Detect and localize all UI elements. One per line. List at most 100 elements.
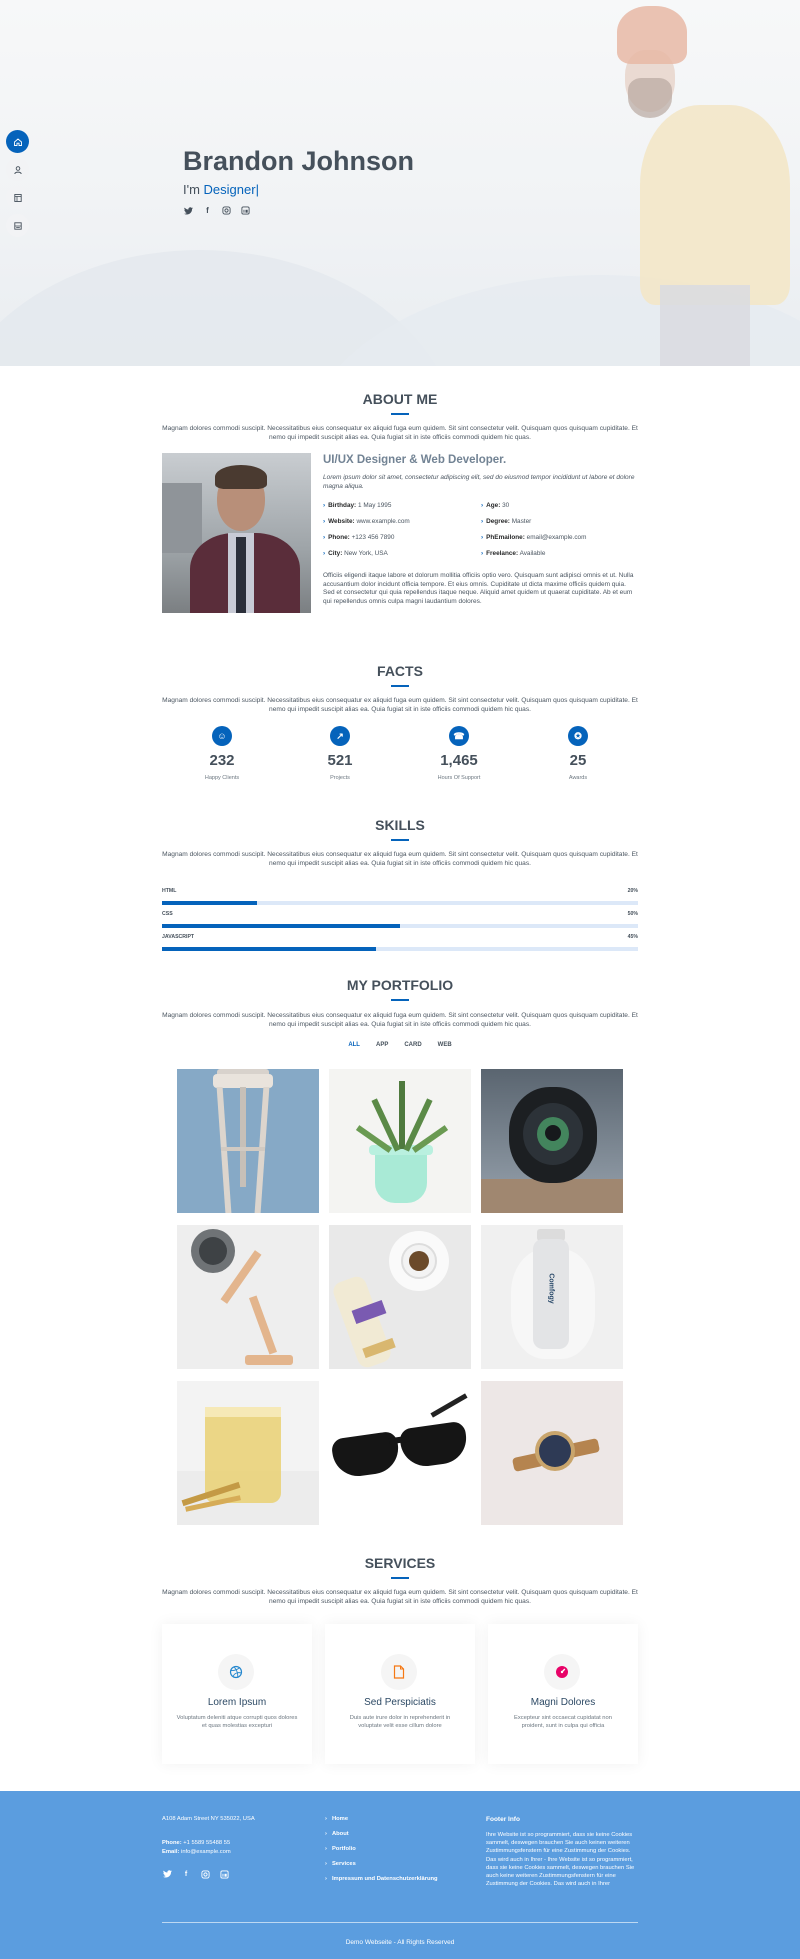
portfolio-title: MY PORTFOLIO [346,977,454,993]
footer-email[interactable]: info@example.com [181,1849,231,1855]
skills-description: Magnam dolores commodi suscipit. Necessi… [162,851,638,867]
about-lead: Lorem ipsum dolor sit amet, consectetur … [323,474,635,490]
footer-link-about[interactable]: › About [325,1831,443,1837]
skill-name: CSS [162,911,173,917]
file-icon [381,1654,417,1690]
chevron-right-icon: › [325,1816,327,1822]
service-card-sed-perspiciatis[interactable]: Sed Perspiciatis Duis aute irure dolor i… [325,1624,475,1764]
about-heading: UI/UX Designer & Web Developer. [323,454,507,466]
info-birthday: › Birthday: 1 May 1995 [323,502,392,509]
skill-percent: 45% [627,934,638,940]
title-underline [391,839,409,841]
facts-description: Magnam dolores commodi suscipit. Necessi… [162,697,638,713]
fact-label: Awards [568,775,588,781]
bottle-label: Comfogy [547,1273,555,1304]
footer-link-home[interactable]: › Home [325,1816,443,1822]
about-description: Magnam dolores commodi suscipit. Necessi… [162,425,638,441]
fact-label: Hours Of Support [437,775,481,781]
footer-info-text: Ihre Website ist so programmiert, dass s… [486,1832,635,1888]
footer-link-portfolio[interactable]: › Portfolio [325,1846,443,1852]
service-title: Sed Perspiciatis [364,1697,436,1708]
headset-icon: ☎ [449,726,469,746]
filter-web[interactable]: WEB [438,1042,452,1048]
portfolio-item-camera-lens[interactable] [481,1069,623,1213]
fact-label: Happy Clients [204,775,240,781]
book-icon [13,221,22,230]
skill-progress-fill [162,924,400,928]
hero-person-beanie [617,6,687,64]
portfolio-filters: ALL APP CARD WEB [0,1042,800,1048]
nav-about-button[interactable] [6,158,29,181]
hero-person-legs [660,285,750,366]
chevron-right-icon: › [325,1846,327,1852]
footer-address: A108 Adam Street NY 535022, USA [162,1816,255,1822]
footer-links: › Home › About › Portfolio › Services › Impre… [325,1816,443,1891]
linkedin-icon[interactable] [219,1869,229,1879]
service-description: Duis aute irure dolor in reprehenderit i… [349,1715,451,1729]
portfolio-item-sunglasses[interactable] [329,1381,471,1525]
twitter-icon[interactable] [183,205,194,216]
fact-happy-clients: ☺ 232 Happy Clients [162,726,282,781]
twitter-icon[interactable] [162,1869,172,1879]
fact-number: 25 [569,752,587,769]
chevron-right-icon: › [481,534,484,541]
title-underline [391,1577,409,1579]
chevron-right-icon: › [323,502,326,509]
chevron-right-icon: › [481,518,484,525]
filter-card[interactable]: CARD [404,1042,421,1048]
footer-info-title: Footer Info [486,1816,520,1823]
service-description: Voluptatum deleniti atque corrupti quos … [176,1715,298,1729]
filter-all[interactable]: ALL [348,1042,360,1048]
skill-name: JAVASCRIPT [162,934,195,940]
skill-javascript: JAVASCRIPT 45% [162,934,638,951]
service-card-magni-dolores[interactable]: Magni Dolores Excepteur sint occaecat cu… [488,1624,638,1764]
fact-number: 521 [327,752,353,769]
service-title: Lorem Ipsum [207,1697,267,1708]
award-icon: ✪ [568,726,588,746]
hero-social-links: f [183,205,251,216]
info-website: › Website: www.example.com [323,518,410,525]
info-freelance: › Freelance: Available [481,550,546,557]
portfolio-item-stool[interactable] [177,1069,319,1213]
chevron-right-icon: › [325,1861,327,1867]
skill-progress-track [162,947,638,951]
chevron-right-icon: › [323,534,326,541]
chevron-right-icon: › [481,502,484,509]
portfolio-item-whisky[interactable] [177,1381,319,1525]
filter-app[interactable]: APP [376,1042,388,1048]
title-underline [391,413,409,415]
nav-home-button[interactable] [6,130,29,153]
instagram-icon[interactable] [200,1869,210,1879]
tachometer-icon [544,1654,580,1690]
nav-resume-button[interactable] [6,186,29,209]
skill-progress-track [162,901,638,905]
portfolio-description: Magnam dolores commodi suscipit. Necessi… [162,1012,638,1028]
portfolio-item-coffee[interactable] [329,1225,471,1369]
linkedin-icon[interactable] [240,205,251,216]
side-navigation [6,130,29,237]
portfolio-item-lamp[interactable] [177,1225,319,1369]
footer: A108 Adam Street NY 535022, USA Phone: +… [0,1791,800,1959]
services-description: Magnam dolores commodi suscipit. Necessi… [162,1589,638,1605]
skill-percent: 20% [627,888,638,894]
footer-link-impressum[interactable]: › Impressum und Datenschutzerklärung [325,1876,443,1882]
skill-progress-track [162,924,638,928]
footer-link-services[interactable]: › Services [325,1861,443,1867]
footer-contact: Phone: +1 5589 55488 55 Email: info@exam… [162,1840,231,1855]
nav-portfolio-button[interactable] [6,214,29,237]
service-card-lorem-ipsum[interactable]: Lorem Ipsum Voluptatum deleniti atque co… [162,1624,312,1764]
journal-icon: ↗ [330,726,350,746]
service-description: Excepteur sint occaecat cupidatat non pr… [514,1715,612,1729]
portfolio-item-watch[interactable] [481,1381,623,1525]
facebook-icon[interactable]: f [181,1869,191,1879]
about-title: ABOUT ME [362,391,438,407]
hero-section: Brandon Johnson I'm Designer| f [0,0,800,366]
fact-awards: ✪ 25 Awards [518,726,638,781]
skill-progress-fill [162,901,258,905]
facebook-icon[interactable]: f [202,205,213,216]
portfolio-item-bottle[interactable]: Comfogy [481,1225,623,1369]
portfolio-item-succulent[interactable] [329,1069,471,1213]
chevron-right-icon: › [325,1876,327,1882]
instagram-icon[interactable] [221,205,232,216]
home-icon [13,137,22,146]
